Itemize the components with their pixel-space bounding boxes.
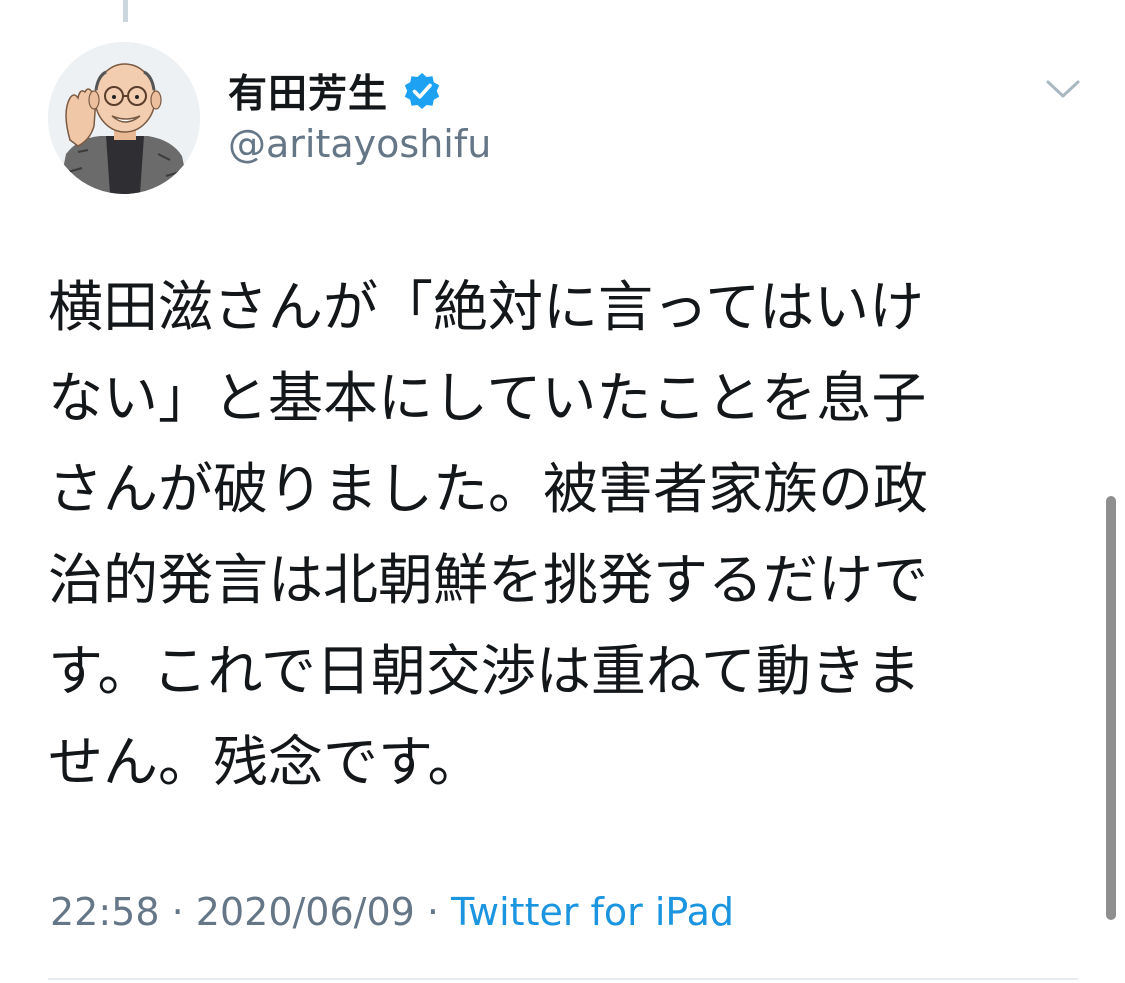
tweet-text-line: す。これで日朝交渉は重ねて動きま (48, 639, 921, 703)
author-name-row: 有田芳生 (228, 62, 491, 120)
avatar[interactable] (48, 42, 200, 194)
tweet-header: 有田芳生 @aritayoshifu (228, 62, 491, 166)
scrollbar-thumb[interactable] (1106, 496, 1116, 920)
tweet-text: 横田滋さんが「絶対に言ってはいけ ない」と基本にしていたことを息子 さんが破りま… (48, 262, 1048, 808)
meta-separator: · (426, 890, 440, 934)
divider (48, 978, 1078, 980)
chevron-down-icon[interactable] (1044, 76, 1082, 102)
caricature-avatar-icon (48, 42, 200, 194)
tweet-metadata: 22:58 · 2020/06/09 · Twitter for iPad (50, 890, 734, 934)
author-handle[interactable]: @aritayoshifu (228, 122, 491, 166)
tweet-text-line: さんが破りました。被害者家族の政 (48, 457, 929, 521)
tweet-source-link[interactable]: Twitter for iPad (451, 890, 734, 934)
tweet-text-line: 横田滋さんが「絶対に言ってはいけ (48, 275, 925, 339)
thread-connector-line (123, 0, 128, 22)
tweet-time[interactable]: 22:58 (50, 890, 160, 934)
tweet-date[interactable]: 2020/06/09 (196, 890, 415, 934)
meta-separator: · (171, 890, 184, 934)
tweet-text-line: せん。残念です。 (48, 730, 483, 794)
verified-badge-icon (404, 73, 440, 109)
author-display-name[interactable]: 有田芳生 (228, 63, 388, 119)
tweet-text-line: ない」と基本にしていたことを息子 (48, 366, 927, 430)
tweet-text-line: 治的発言は北朝鮮を挑発するだけで (48, 548, 929, 612)
